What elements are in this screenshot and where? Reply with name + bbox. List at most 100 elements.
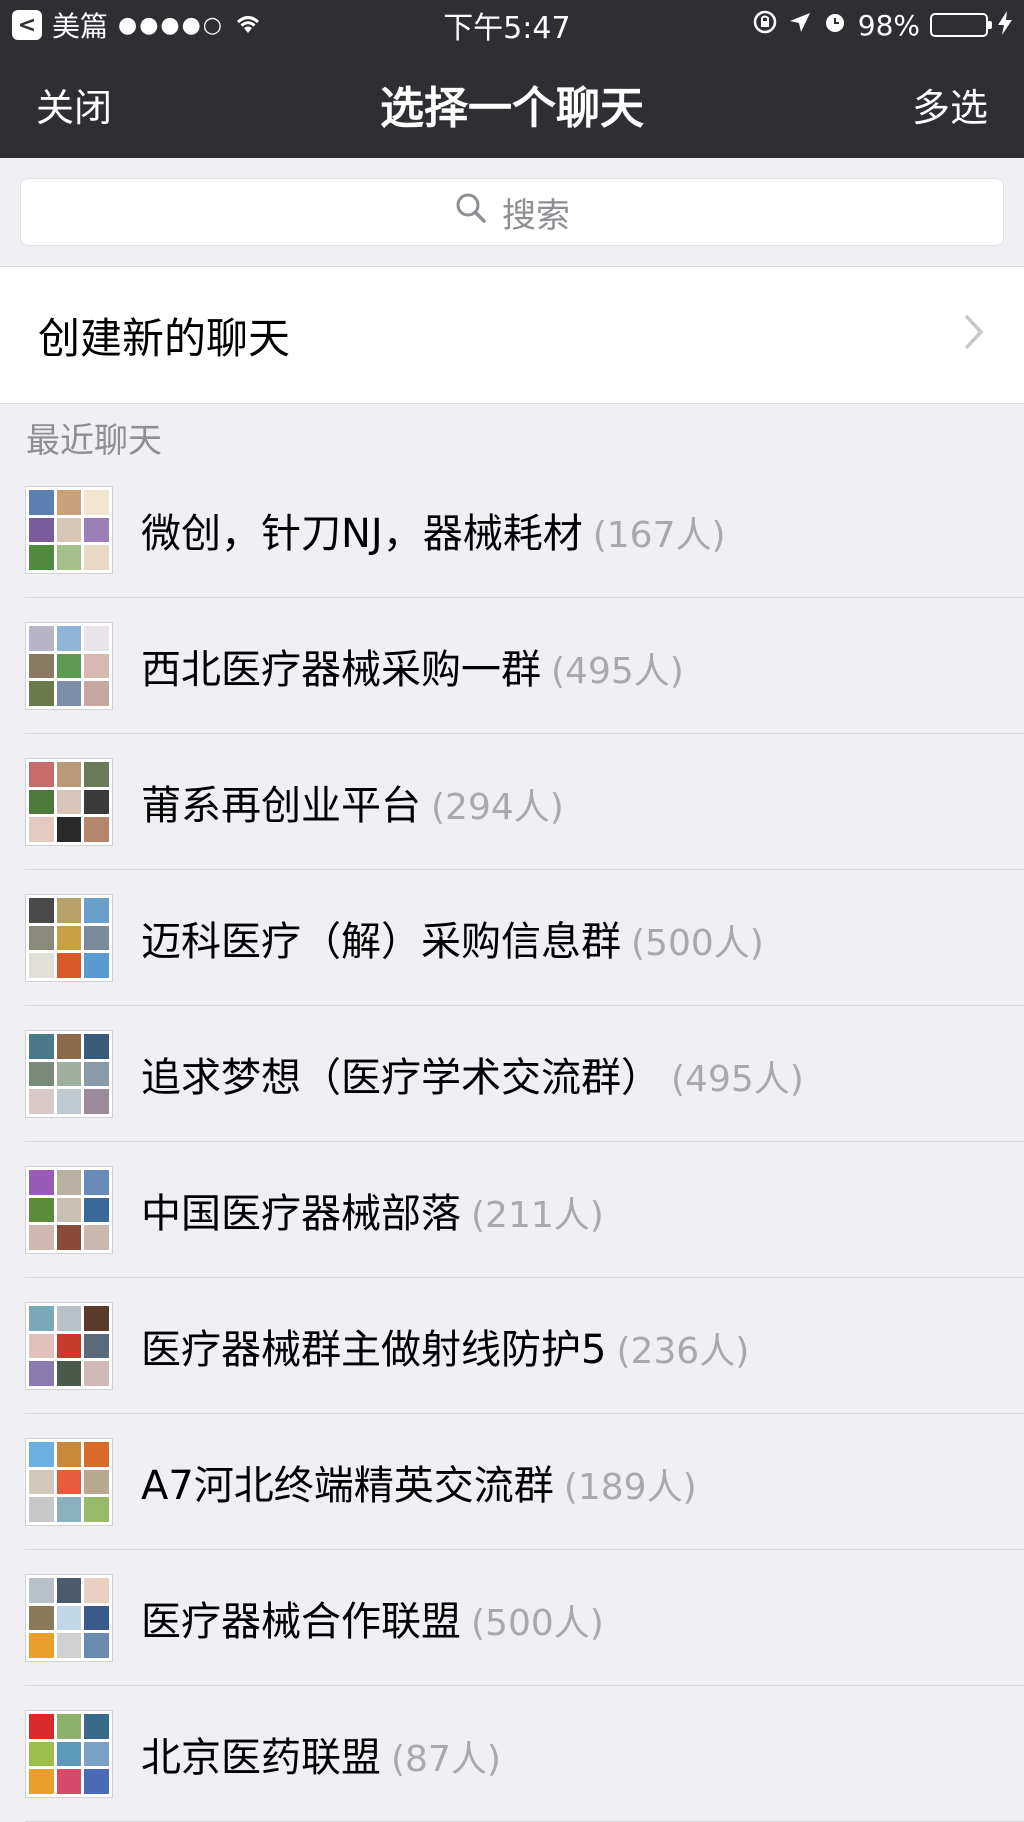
chat-info: 迈科医疗（解）采购信息群 (500人)	[141, 909, 764, 967]
avatar-tile	[29, 817, 54, 842]
charging-icon	[997, 9, 1012, 42]
multi-select-button[interactable]: 多选	[912, 77, 988, 132]
chat-name: 微创，针刀NJ，器械耗材	[141, 511, 583, 557]
avatar-tile	[84, 1197, 109, 1223]
avatar-tile	[29, 1089, 54, 1114]
avatar-tile	[56, 1714, 82, 1739]
avatar-tile	[29, 1225, 54, 1250]
avatar-tile	[29, 1497, 54, 1522]
create-new-chat-label: 创建新的聊天	[38, 313, 291, 363]
avatar-tile	[29, 925, 54, 951]
avatar-tile	[84, 1361, 109, 1386]
avatar-tile	[29, 1306, 54, 1331]
group-avatar	[25, 1438, 113, 1526]
create-new-chat-row[interactable]: 创建新的聊天	[0, 266, 1024, 404]
search-section: 搜索	[0, 158, 1024, 266]
avatar-tile	[29, 626, 54, 651]
chat-row[interactable]: 追求梦想（医疗学术交流群） (495人)	[0, 1006, 1024, 1142]
avatar-tile	[84, 1714, 109, 1739]
avatar-tile	[56, 1361, 82, 1386]
group-avatar	[25, 1302, 113, 1390]
avatar-tile	[56, 762, 82, 787]
chat-name: 追求梦想（医疗学术交流群）	[141, 1055, 661, 1101]
location-icon	[788, 9, 812, 42]
avatar-tile	[29, 1361, 54, 1386]
chat-row[interactable]: 医疗器械合作联盟 (500人)	[0, 1550, 1024, 1686]
chat-info: 中国医疗器械部落 (211人)	[141, 1181, 604, 1239]
member-count: (167人)	[592, 515, 726, 556]
group-avatar	[25, 758, 113, 846]
member-count: (87人)	[391, 1739, 501, 1780]
alarm-icon	[822, 9, 848, 42]
member-count: (500人)	[471, 1603, 604, 1644]
avatar-tile	[56, 1170, 82, 1195]
chat-row[interactable]: 西北医疗器械采购一群 (495人)	[0, 598, 1024, 734]
back-to-app-icon[interactable]: <	[12, 10, 42, 40]
avatar-tile	[29, 490, 54, 515]
chat-row[interactable]: 北京医药联盟 (87人)	[0, 1686, 1024, 1822]
search-icon	[454, 191, 488, 234]
member-count: (294人)	[431, 787, 564, 828]
avatar-tile	[84, 1497, 109, 1522]
chat-info: 微创，针刀NJ，器械耗材 (167人)	[141, 501, 726, 559]
chat-info: A7河北终端精英交流群 (189人)	[141, 1453, 697, 1511]
avatar-tile	[84, 1333, 109, 1359]
avatar-tile	[29, 1741, 54, 1767]
avatar-tile	[84, 1089, 109, 1114]
avatar-tile	[56, 953, 82, 978]
signal-icon: ●●●●○	[118, 12, 224, 38]
avatar-tile	[56, 1061, 82, 1087]
avatar-tile	[56, 898, 82, 923]
search-placeholder: 搜索	[502, 195, 570, 236]
avatar-tile	[84, 925, 109, 951]
avatar-tile	[56, 1225, 82, 1250]
group-avatar	[25, 1166, 113, 1254]
chat-name: 莆系再创业平台	[141, 783, 421, 829]
avatar-tile	[29, 762, 54, 787]
avatar-tile	[84, 817, 109, 842]
battery-icon	[929, 13, 992, 37]
member-count: (495人)	[551, 651, 684, 692]
search-input[interactable]: 搜索	[20, 178, 1004, 246]
avatar-tile	[84, 762, 109, 787]
chat-row[interactable]: 迈科医疗（解）采购信息群 (500人)	[0, 870, 1024, 1006]
avatar-tile	[56, 1089, 82, 1114]
avatar-tile	[56, 626, 82, 651]
avatar-tile	[56, 681, 82, 706]
group-avatar	[25, 1030, 113, 1118]
avatar-tile	[29, 1578, 54, 1603]
status-time: 下午5:47	[443, 11, 571, 46]
avatar-tile	[29, 517, 54, 543]
avatar-tile	[84, 898, 109, 923]
avatar-tile	[29, 1170, 54, 1195]
group-avatar	[25, 1710, 113, 1798]
navigation-bar: 关闭 选择一个聊天 多选	[0, 50, 1024, 158]
avatar-tile	[56, 1633, 82, 1658]
chat-name: 迈科医疗（解）采购信息群	[141, 919, 621, 965]
chat-name: 中国医疗器械部落	[141, 1191, 461, 1237]
chat-row[interactable]: 微创，针刀NJ，器械耗材 (167人)	[0, 462, 1024, 598]
close-button[interactable]: 关闭	[36, 77, 112, 132]
chat-row[interactable]: 医疗器械群主做射线防护5 (236人)	[0, 1278, 1024, 1414]
chat-row[interactable]: A7河北终端精英交流群 (189人)	[0, 1414, 1024, 1550]
avatar-tile	[29, 1061, 54, 1087]
chat-name: 北京医药联盟	[141, 1735, 381, 1781]
avatar-tile	[84, 1633, 109, 1658]
chat-info: 莆系再创业平台 (294人)	[141, 773, 564, 831]
avatar-tile	[84, 626, 109, 651]
avatar-tile	[56, 1442, 82, 1467]
avatar-tile	[84, 1442, 109, 1467]
avatar-tile	[56, 1741, 82, 1767]
avatar-tile	[56, 1497, 82, 1522]
avatar-tile	[84, 1170, 109, 1195]
avatar-tile	[84, 1741, 109, 1767]
avatar-tile	[29, 1605, 54, 1631]
member-count: (495人)	[671, 1059, 804, 1100]
chat-row[interactable]: 中国医疗器械部落 (211人)	[0, 1142, 1024, 1278]
avatar-tile	[29, 1469, 54, 1495]
chat-row[interactable]: 莆系再创业平台 (294人)	[0, 734, 1024, 870]
back-app-label[interactable]: 美篇	[52, 5, 108, 45]
member-count: (189人)	[563, 1467, 697, 1508]
avatar-tile	[29, 789, 54, 815]
avatar-tile	[29, 1333, 54, 1359]
